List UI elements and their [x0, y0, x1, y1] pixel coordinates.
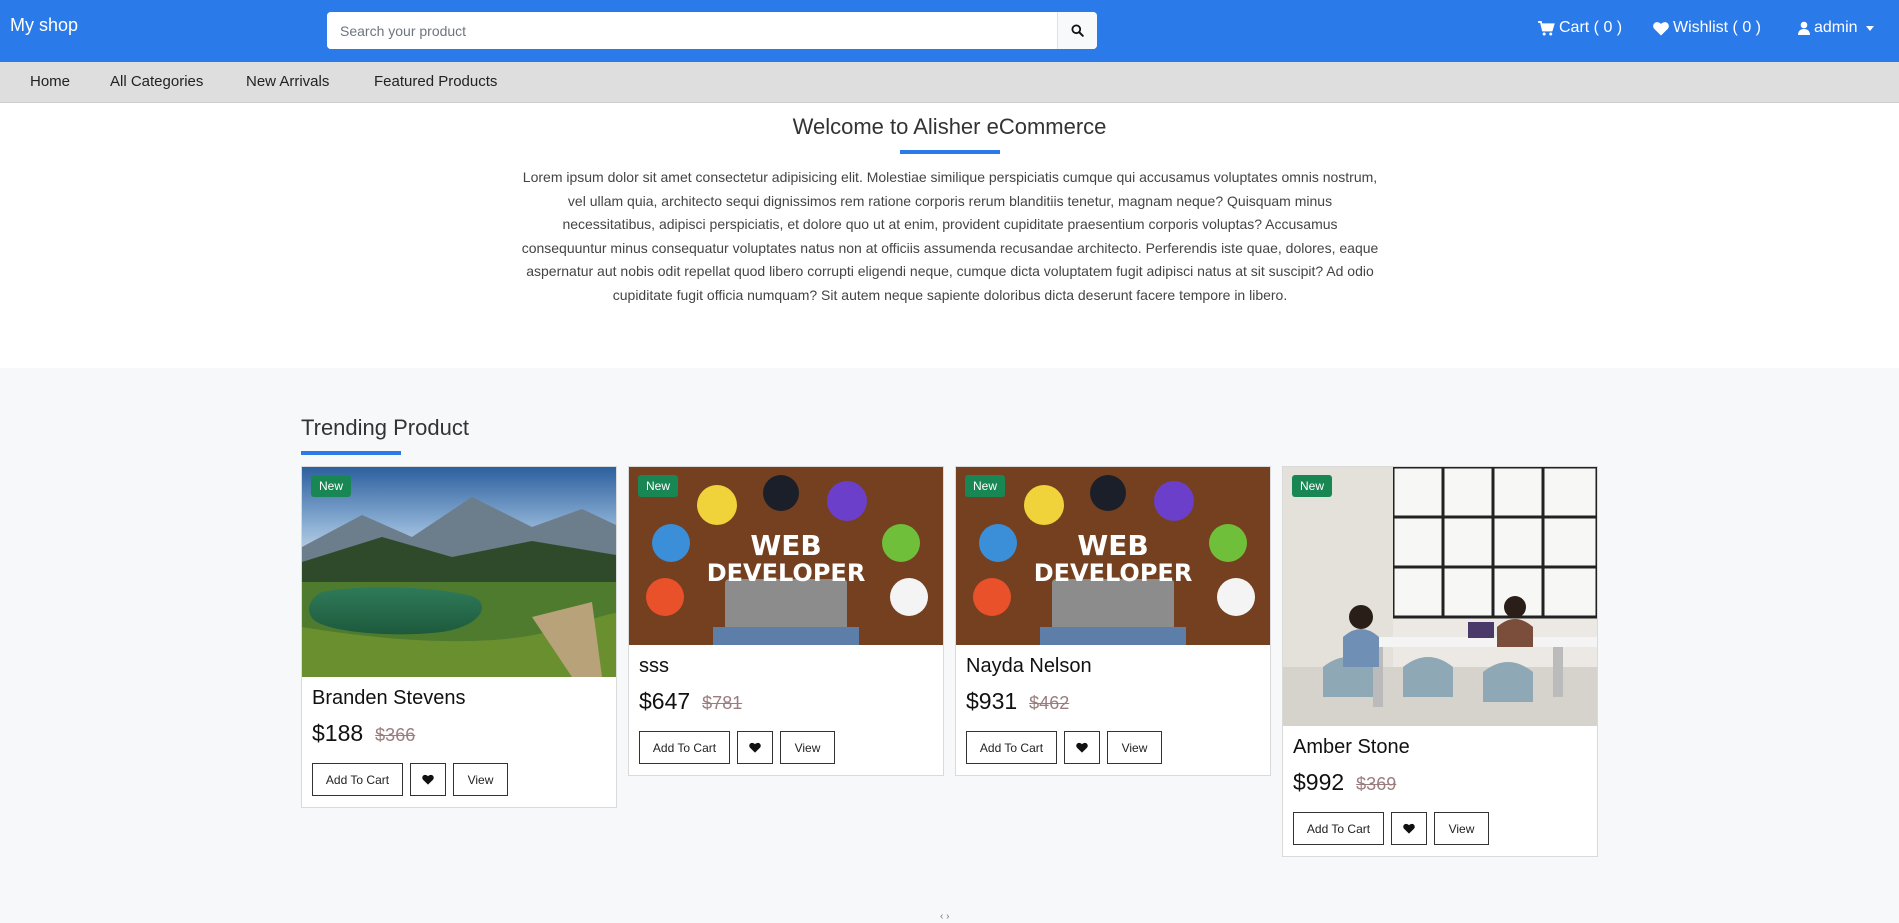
cart-label: Cart ( 0 ): [1559, 19, 1623, 36]
wishlist-link[interactable]: Wishlist ( 0 ): [1653, 19, 1761, 37]
nav-home[interactable]: Home: [30, 73, 70, 90]
heart-icon: [422, 774, 434, 785]
web-developer-text: WEB: [1077, 529, 1148, 562]
view-button[interactable]: View: [1107, 731, 1162, 764]
welcome-text: Lorem ipsum dolor sit amet consectetur a…: [521, 169, 1379, 303]
user-menu-dropdown[interactable]: admin: [1798, 19, 1874, 37]
add-to-wishlist-button[interactable]: [1391, 812, 1427, 845]
product-image[interactable]: New: [302, 467, 616, 677]
product-card: WEB DEVELOPER New Nayda Nelson $931 $462…: [955, 466, 1271, 776]
top-navbar: My shop Cart ( 0 ) Wishlist ( 0 ) adm: [0, 0, 1899, 62]
product-old-price: $462: [1029, 693, 1070, 713]
chevron-down-icon: [1865, 25, 1874, 31]
cart-icon: [1538, 20, 1555, 35]
product-name[interactable]: Nayda Nelson: [966, 655, 1270, 678]
add-to-cart-button[interactable]: Add To Cart: [966, 731, 1057, 764]
product-name[interactable]: Amber Stone: [1293, 736, 1597, 759]
carousel-pager[interactable]: ‹ ›: [940, 911, 949, 922]
heart-icon: [1653, 21, 1669, 35]
heart-icon: [749, 742, 761, 753]
add-to-cart-button[interactable]: Add To Cart: [1293, 812, 1384, 845]
web-developer-text: DEVELOPER: [707, 559, 866, 587]
brand-logo[interactable]: My shop: [10, 15, 78, 36]
heart-icon: [1076, 742, 1088, 753]
add-to-wishlist-button[interactable]: [737, 731, 773, 764]
wishlist-label: Wishlist ( 0 ): [1673, 19, 1761, 36]
cart-link[interactable]: Cart ( 0 ): [1538, 19, 1622, 37]
product-image[interactable]: WEB DEVELOPER New: [629, 467, 943, 645]
trending-title: Trending Product: [301, 415, 469, 440]
nav-new-arrivals[interactable]: New Arrivals: [246, 73, 329, 90]
product-card: New Amber Stone $992 $369 Add To Cart Vi…: [1282, 466, 1598, 857]
product-old-price: $781: [702, 693, 743, 713]
trending-section: [0, 368, 1899, 923]
product-price: $188: [312, 720, 364, 746]
new-badge: New: [1292, 475, 1333, 497]
product-old-price: $366: [375, 725, 416, 745]
new-badge: New: [311, 475, 352, 497]
view-button[interactable]: View: [1434, 812, 1489, 845]
add-to-cart-button[interactable]: Add To Cart: [312, 763, 403, 796]
user-icon: [1798, 21, 1810, 35]
view-button[interactable]: View: [780, 731, 835, 764]
add-to-wishlist-button[interactable]: [1064, 731, 1100, 764]
product-image[interactable]: WEB DEVELOPER New: [956, 467, 1270, 645]
product-card: New Branden Stevens $188 $366 Add To Car…: [301, 466, 617, 808]
product-image[interactable]: New: [1283, 467, 1597, 726]
user-label: admin: [1814, 19, 1858, 36]
title-underline: [900, 150, 1000, 154]
category-nav: Home All Categories New Arrivals Feature…: [0, 62, 1899, 103]
view-button[interactable]: View: [453, 763, 508, 796]
product-price: $992: [1293, 769, 1345, 795]
product-price: $647: [639, 688, 691, 714]
add-to-cart-button[interactable]: Add To Cart: [639, 731, 730, 764]
product-price: $931: [966, 688, 1018, 714]
search-icon: [1071, 24, 1084, 37]
title-underline: [301, 451, 401, 455]
search-input[interactable]: [327, 12, 1055, 49]
heart-icon: [1403, 823, 1415, 834]
web-developer-text: DEVELOPER: [1034, 559, 1193, 587]
welcome-title: Welcome to Alisher eCommerce: [792, 114, 1107, 139]
new-badge: New: [638, 475, 679, 497]
mountain-lake-image: [302, 467, 616, 677]
product-card: WEB DEVELOPER New sss $647 $781 Add To C…: [628, 466, 944, 776]
product-name[interactable]: sss: [639, 655, 943, 678]
new-badge: New: [965, 475, 1006, 497]
office-meeting-image: [1283, 467, 1597, 726]
search-button[interactable]: [1057, 12, 1097, 49]
product-name[interactable]: Branden Stevens: [312, 687, 616, 710]
search-box: [327, 12, 1097, 49]
web-developer-text: WEB: [750, 529, 821, 562]
product-old-price: $369: [1356, 774, 1397, 794]
add-to-wishlist-button[interactable]: [410, 763, 446, 796]
nav-all-categories[interactable]: All Categories: [110, 73, 203, 90]
nav-featured-products[interactable]: Featured Products: [374, 73, 497, 90]
